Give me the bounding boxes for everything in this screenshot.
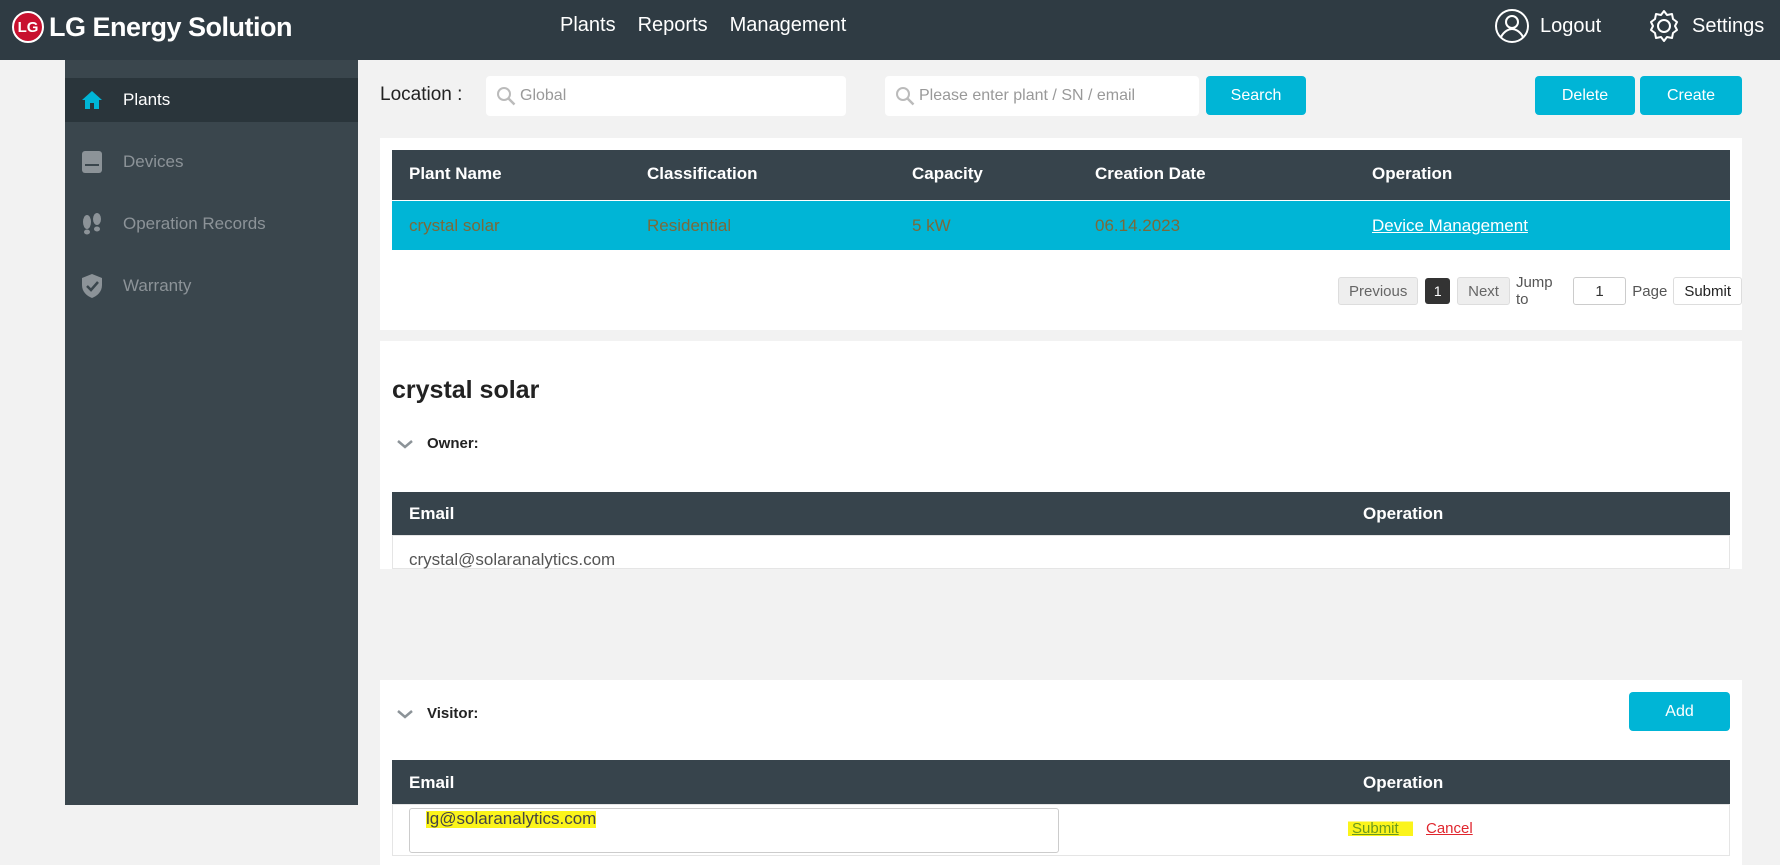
device-management-link[interactable]: Device Management	[1372, 216, 1528, 236]
location-placeholder: Global	[520, 87, 567, 104]
plant-detail-title: crystal solar	[392, 376, 540, 404]
search-icon	[497, 87, 516, 106]
sidebar-item-label: Warranty	[123, 276, 192, 295]
column-header: Email	[409, 773, 455, 792]
sidebar-item-plants[interactable]: Plants	[65, 78, 358, 122]
footprints-icon	[83, 213, 101, 235]
column-header: Operation	[1363, 504, 1444, 523]
sidebar-item-operation-records[interactable]: Operation Records	[65, 202, 358, 246]
owner-label: Owner:	[427, 435, 479, 452]
sidebar-item-label: Plants	[123, 90, 171, 109]
visitor-email-value: lg@solaranalytics.com	[426, 809, 597, 829]
visitor-submit-link[interactable]: Submit	[1348, 820, 1413, 837]
sidebar-item-devices[interactable]: Devices	[65, 140, 358, 184]
search-placeholder: Please enter plant / SN / email	[919, 87, 1136, 104]
location-label: Location :	[380, 84, 463, 105]
sidebar-item-label: Operation Records	[123, 214, 266, 233]
settings-label: Settings	[1692, 14, 1765, 37]
sidebar-item-label: Devices	[123, 152, 184, 171]
add-visitor-button[interactable]: Add	[1629, 692, 1730, 731]
create-button[interactable]: Create	[1640, 76, 1742, 115]
column-header: Classification	[647, 164, 758, 183]
user-icon	[1495, 9, 1529, 43]
owner-email-cell: crystal@solaranalytics.com	[409, 550, 616, 569]
nav-plants[interactable]: Plants	[560, 14, 616, 37]
search-icon	[896, 87, 915, 106]
nav-management[interactable]: Management	[730, 14, 847, 37]
plant-detail-card: crystal solar Owner: Email Operation cry…	[380, 341, 1742, 569]
previous-page-button[interactable]: Previous	[1338, 277, 1419, 305]
creation-date-cell: 06.14.2023	[1095, 216, 1181, 235]
owner-section-toggle[interactable]: Owner:	[397, 435, 479, 452]
delete-button[interactable]: Delete	[1535, 76, 1635, 115]
capacity-cell: 5 kW	[912, 216, 951, 235]
plants-table-card: Plant Name Classification Capacity Creat…	[380, 138, 1742, 330]
search-input[interactable]: Please enter plant / SN / email	[885, 76, 1199, 116]
visitor-email-input[interactable]: lg@solaranalytics.com	[409, 808, 1059, 853]
home-icon	[82, 91, 102, 109]
chevron-down-icon	[397, 439, 413, 449]
table-row: crystal@solaranalytics.com	[392, 535, 1730, 569]
top-navigation-bar: LG LG Energy Solution Plants Reports Man…	[0, 0, 1780, 60]
visitor-section-toggle[interactable]: Visitor:	[397, 705, 478, 722]
plants-table-header: Plant Name Classification Capacity Creat…	[392, 150, 1730, 200]
column-header: Operation	[1363, 773, 1444, 792]
pagination: Previous 1 Next Jump to 1 Page Submit	[1338, 274, 1742, 308]
settings-button[interactable]: Settings	[1646, 8, 1764, 44]
visitor-cancel-link[interactable]: Cancel	[1426, 820, 1473, 837]
page-number-button[interactable]: 1	[1425, 278, 1451, 304]
column-header: Creation Date	[1095, 164, 1206, 183]
page-label: Page	[1632, 282, 1668, 300]
column-header: Capacity	[912, 164, 983, 183]
visitor-card-body: Visitor: Add Email Operation lg@solarana…	[380, 680, 1742, 865]
jump-page-input[interactable]: 1	[1572, 277, 1627, 305]
main-nav: Plants Reports Management	[560, 14, 846, 37]
device-icon	[82, 151, 102, 173]
classification-cell: Residential	[647, 216, 732, 235]
logout-label: Logout	[1540, 14, 1602, 37]
jump-submit-button[interactable]: Submit	[1673, 277, 1742, 305]
location-input[interactable]: Global	[486, 76, 846, 116]
plant-name-cell: crystal solar	[409, 216, 500, 235]
brand-name: LG Energy Solution	[49, 11, 293, 42]
nav-reports[interactable]: Reports	[638, 14, 708, 37]
table-row[interactable]: crystal solar Residential 5 kW 06.14.202…	[392, 201, 1730, 250]
table-row: lg@solaranalytics.com Submit Cancel	[392, 804, 1730, 856]
lg-logo-icon: LG	[12, 11, 44, 43]
column-header: Operation	[1372, 164, 1453, 183]
next-page-button[interactable]: Next	[1457, 277, 1510, 305]
search-button[interactable]: Search	[1206, 76, 1306, 115]
shield-icon	[82, 274, 102, 298]
visitor-table-header: Email Operation	[392, 760, 1730, 804]
jump-to-label: Jump to	[1515, 274, 1553, 308]
owner-table-header: Email Operation	[392, 492, 1730, 535]
sidebar-item-warranty[interactable]: Warranty	[65, 264, 358, 308]
logout-button[interactable]: Logout	[1494, 8, 1601, 44]
column-header: Plant Name	[409, 164, 502, 183]
sidebar: Plants Devices Operation Records Warrant…	[65, 60, 358, 805]
visitor-label: Visitor:	[427, 705, 479, 722]
gear-icon	[1650, 10, 1678, 42]
brand-logo[interactable]: LG LG Energy Solution	[12, 9, 293, 45]
column-header: Email	[409, 504, 455, 523]
chevron-down-icon	[397, 709, 413, 719]
